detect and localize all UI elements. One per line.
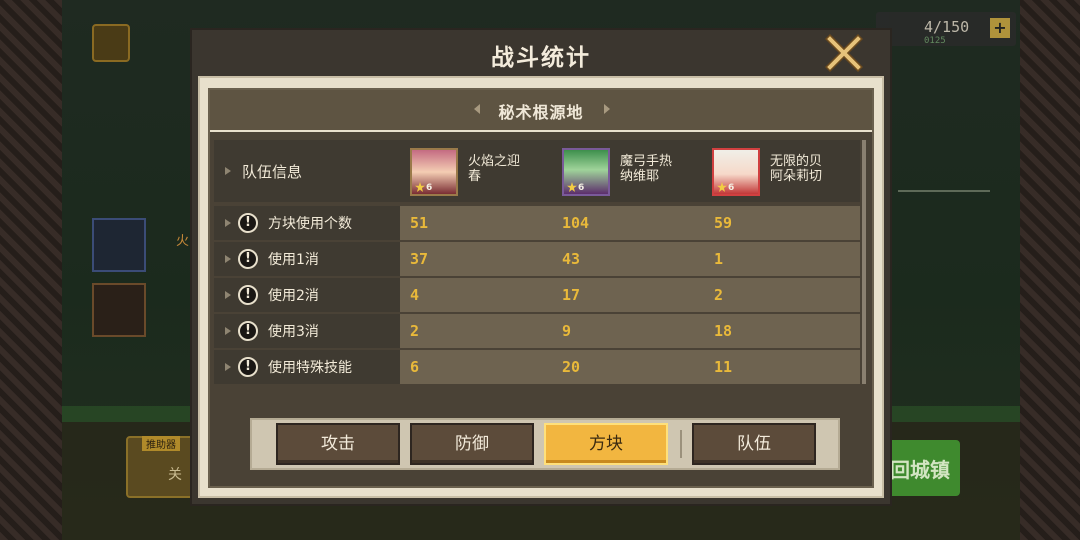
location-name: 秘术根源地 — [498, 103, 584, 122]
team-hero-avatar[interactable] — [92, 283, 146, 337]
close-button[interactable] — [824, 33, 864, 73]
hero-column-3[interactable]: 6 无限的贝阿朵莉切 — [712, 148, 832, 198]
dialog-header: 战斗统计 — [192, 30, 890, 76]
booster-tag: 推助器 — [142, 436, 180, 451]
star-icon — [717, 182, 727, 192]
stat-value: 104 — [562, 214, 590, 232]
stat-value: 59 — [714, 214, 733, 232]
stamina-value: 4/150 — [924, 18, 970, 36]
stat-values: 2 9 18 — [400, 314, 860, 348]
stat-value: 2 — [410, 322, 420, 340]
hero-level: 6 — [578, 183, 585, 193]
stat-label-cell[interactable]: ! 使用3消 — [214, 314, 400, 348]
stats-menu-icon[interactable] — [92, 24, 130, 62]
stats-scrollbar[interactable] — [862, 140, 866, 384]
star-icon — [567, 182, 577, 192]
stat-values: 4 17 2 — [400, 278, 860, 312]
left-border-pattern — [0, 0, 62, 540]
expand-arrow-icon — [225, 327, 231, 335]
expand-arrow-icon — [225, 291, 231, 299]
background-slider-track — [898, 190, 990, 192]
hero-level: 6 — [426, 183, 433, 193]
team-info-label: 队伍信息 — [242, 162, 303, 181]
stat-value: 4 — [410, 286, 420, 304]
expand-arrow-icon — [225, 167, 231, 175]
hero-portrait: 6 — [712, 148, 760, 196]
expand-arrow-icon — [225, 219, 231, 227]
team-heroes-cell: 6 火焰之迎春 6 魔弓手热纳维耶 6 无限的贝阿朵莉切 — [400, 140, 860, 202]
expand-arrow-icon — [225, 363, 231, 371]
close-icon — [825, 34, 863, 72]
info-icon[interactable]: ! — [238, 285, 258, 305]
stat-value: 11 — [714, 358, 733, 376]
tab-divider — [680, 430, 682, 458]
stat-label-cell[interactable]: ! 使用2消 — [214, 278, 400, 312]
info-icon[interactable]: ! — [238, 213, 258, 233]
stat-row: ! 使用3消 2 9 18 — [214, 314, 860, 348]
dialog-title: 战斗统计 — [491, 45, 591, 71]
hero-name: 无限的贝阿朵莉切 — [770, 154, 823, 184]
tab-team[interactable]: 队伍 — [692, 423, 816, 465]
booster-state: 关 — [168, 467, 182, 483]
stat-value: 2 — [714, 286, 724, 304]
stat-value: 20 — [562, 358, 581, 376]
stat-label: 使用3消 — [268, 324, 319, 340]
team-hero-avatar[interactable] — [92, 218, 146, 272]
expand-arrow-icon — [225, 255, 231, 263]
info-icon[interactable]: ! — [238, 357, 258, 377]
booster-toggle-button[interactable]: 推助器 关 — [126, 436, 196, 498]
add-stamina-button[interactable]: + — [990, 18, 1010, 38]
team-info-label-cell[interactable]: 队伍信息 — [214, 140, 400, 202]
stat-value: 17 — [562, 286, 581, 304]
hero-side-label: 火 — [176, 234, 190, 249]
hero-name: 火焰之迎春 — [468, 154, 521, 184]
info-icon[interactable]: ! — [238, 249, 258, 269]
hero-column-1[interactable]: 6 火焰之迎春 — [410, 148, 530, 198]
hero-level: 6 — [728, 183, 735, 193]
stat-row: ! 方块使用个数 51 104 59 — [214, 206, 860, 240]
stat-values: 6 20 11 — [400, 350, 860, 384]
stat-row: ! 使用2消 4 17 2 — [214, 278, 860, 312]
location-selector: 秘术根源地 — [210, 90, 872, 132]
stat-label-cell[interactable]: ! 使用1消 — [214, 242, 400, 276]
stats-panel: 秘术根源地 队伍信息 6 火焰之迎春 6 魔弓手热纳维耶 6 无限的贝阿朵莉切 … — [208, 88, 874, 488]
tab-blocks[interactable]: 方块 — [544, 423, 668, 465]
stat-label: 使用1消 — [268, 252, 319, 268]
stat-label: 使用2消 — [268, 288, 319, 304]
stamina-counter: 4/150 0125 + — [876, 12, 1016, 46]
team-info-row: 队伍信息 6 火焰之迎春 6 魔弓手热纳维耶 6 无限的贝阿朵莉切 — [214, 140, 860, 202]
stat-value: 43 — [562, 250, 581, 268]
stat-label-cell[interactable]: ! 方块使用个数 — [214, 206, 400, 240]
stat-value: 51 — [410, 214, 429, 232]
stat-value: 1 — [714, 250, 724, 268]
stat-values: 37 43 1 — [400, 242, 860, 276]
info-icon[interactable]: ! — [238, 321, 258, 341]
tab-attack[interactable]: 攻击 — [276, 423, 400, 465]
stats-table: 队伍信息 6 火焰之迎春 6 魔弓手热纳维耶 6 无限的贝阿朵莉切 ! 方块使用… — [214, 140, 860, 386]
right-border-pattern — [1020, 0, 1080, 540]
hero-column-2[interactable]: 6 魔弓手热纳维耶 — [562, 148, 682, 198]
arrow-right-icon[interactable] — [602, 104, 612, 114]
hero-portrait: 6 — [562, 148, 610, 196]
stat-value: 18 — [714, 322, 733, 340]
stats-tab-bar: 攻击 防御 方块 队伍 — [250, 418, 840, 470]
stat-row: ! 使用1消 37 43 1 — [214, 242, 860, 276]
return-town-label: 回城镇 — [890, 458, 950, 482]
tab-defense[interactable]: 防御 — [410, 423, 534, 465]
stat-row: ! 使用特殊技能 6 20 11 — [214, 350, 860, 384]
stamina-timer: 0125 — [924, 36, 946, 46]
stat-label-cell[interactable]: ! 使用特殊技能 — [214, 350, 400, 384]
hero-name: 魔弓手热纳维耶 — [620, 154, 673, 184]
stat-value: 6 — [410, 358, 420, 376]
hero-portrait: 6 — [410, 148, 458, 196]
return-town-button[interactable]: 回城镇 — [888, 440, 960, 496]
battle-stats-dialog: 战斗统计 秘术根源地 队伍信息 6 火焰之迎春 6 魔弓手热纳维耶 6 无限的贝… — [192, 30, 890, 504]
stat-label: 使用特殊技能 — [268, 360, 352, 376]
dialog-body: 秘术根源地 队伍信息 6 火焰之迎春 6 魔弓手热纳维耶 6 无限的贝阿朵莉切 … — [198, 76, 884, 498]
stat-value: 9 — [562, 322, 572, 340]
stat-value: 37 — [410, 250, 429, 268]
stat-label: 方块使用个数 — [268, 216, 352, 232]
stat-values: 51 104 59 — [400, 206, 860, 240]
star-icon — [415, 182, 425, 192]
